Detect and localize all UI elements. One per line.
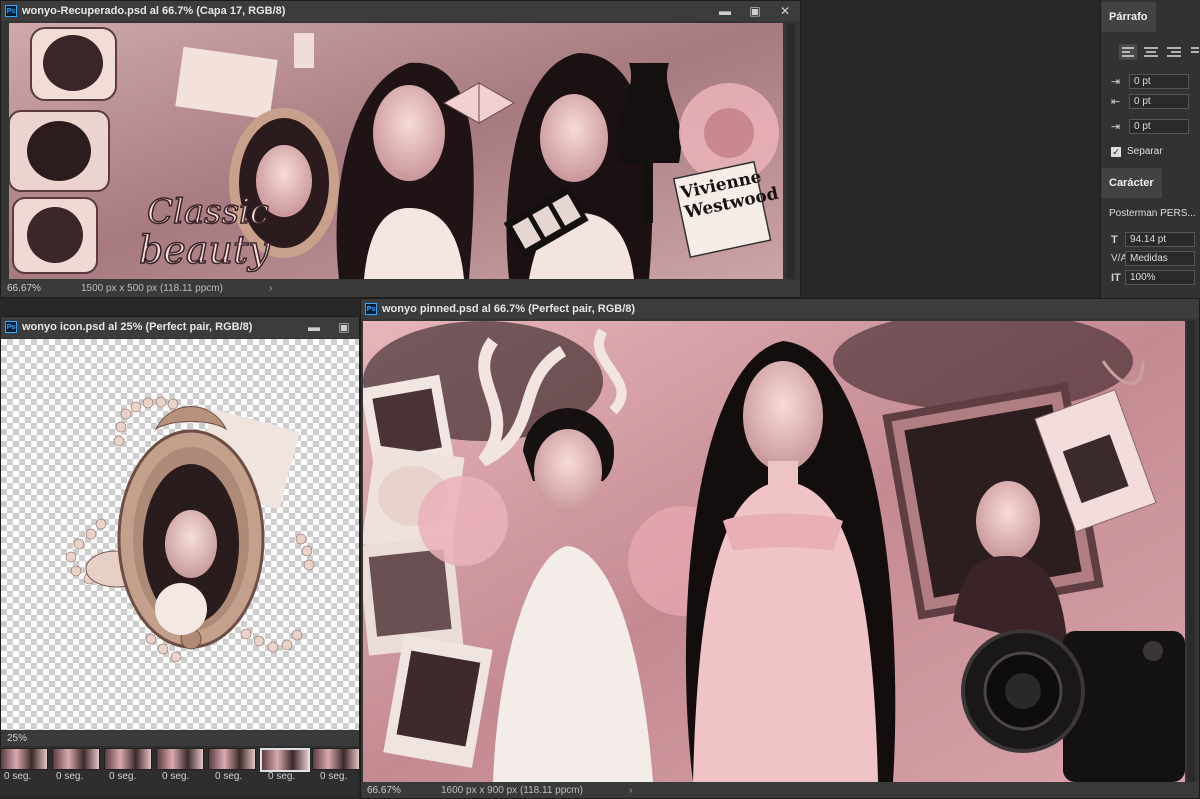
window-title: wonyo icon.psd al 25% (Perfect pair, RGB…	[22, 321, 253, 333]
artwork-collage-pinned	[363, 321, 1185, 782]
maximize-button[interactable]: ▣	[329, 317, 359, 337]
properties-panel: Párrafo ⇥ 0 pt ⇤ 0 pt ⇥ 0 pt ✓ Separar C…	[1100, 0, 1200, 316]
font-family-field[interactable]: Posterman PERS...	[1109, 208, 1196, 219]
indent-left-icon: ⇥	[1111, 76, 1121, 88]
font-size-icon: T	[1111, 234, 1118, 246]
hyphenate-label: Separar	[1127, 146, 1163, 157]
zoom-level[interactable]: 25%	[1, 733, 51, 744]
minimize-button[interactable]: ▬	[710, 1, 740, 21]
frame-delay-1[interactable]: 0 seg.	[4, 771, 31, 782]
timeline-frame-4[interactable]	[156, 748, 204, 770]
status-bar: 66.67% 1500 px x 500 px (118.11 ppcm) ›	[1, 280, 800, 297]
timeline-frame-1[interactable]	[0, 748, 48, 770]
status-bar: 66.67% 1600 px x 900 px (118.11 ppcm) ›	[361, 782, 1199, 798]
indent-left-field[interactable]: 0 pt	[1129, 74, 1189, 89]
frame-delay-5[interactable]: 0 seg.	[215, 771, 242, 782]
document-window-recuperado[interactable]: Ps wonyo-Recuperado.psd al 66.7% (Capa 1…	[0, 0, 801, 298]
timeline-frame-2[interactable]	[52, 748, 100, 770]
title-bar[interactable]: Ps wonyo icon.psd al 25% (Perfect pair, …	[1, 317, 359, 337]
indent-right-field[interactable]: 0 pt	[1129, 94, 1189, 109]
frame-delay-6[interactable]: 0 seg.	[268, 771, 295, 782]
minimize-button[interactable]: ▬	[299, 317, 329, 337]
paragraph-align-buttons[interactable]	[1119, 44, 1199, 60]
indent-first-line-icon: ⇥	[1111, 121, 1121, 133]
window-title: wonyo-Recuperado.psd al 66.7% (Capa 17, …	[22, 5, 286, 17]
photoshop-icon: Ps	[365, 303, 377, 315]
title-bar[interactable]: Ps wonyo pinned.psd al 66.7% (Perfect pa…	[361, 299, 1199, 319]
tab-character[interactable]: Carácter	[1101, 168, 1162, 198]
window-title: wonyo pinned.psd al 66.7% (Perfect pair,…	[382, 303, 636, 315]
vertical-scale-icon: IT	[1111, 272, 1121, 284]
frame-delay-3[interactable]: 0 seg.	[109, 771, 136, 782]
timeline-frame-5[interactable]	[208, 748, 256, 770]
timeline-frame-3[interactable]	[104, 748, 152, 770]
document-info: 1500 px x 500 px (118.11 ppcm)	[81, 283, 223, 294]
zoom-level[interactable]: 66.67%	[361, 785, 411, 796]
vertical-scrollbar[interactable]	[787, 23, 795, 279]
title-bar[interactable]: Ps wonyo-Recuperado.psd al 66.7% (Capa 1…	[1, 1, 800, 21]
zoom-level[interactable]: 66.67%	[1, 283, 51, 294]
indent-right-icon: ⇤	[1111, 96, 1121, 108]
document-window-icon[interactable]: Ps wonyo icon.psd al 25% (Perfect pair, …	[0, 316, 360, 748]
frame-delay-2[interactable]: 0 seg.	[56, 771, 83, 782]
document-window-pinned[interactable]: Ps wonyo pinned.psd al 66.7% (Perfect pa…	[360, 298, 1200, 799]
kerning-icon: V/A	[1111, 253, 1128, 264]
document-info: 1600 px x 900 px (118.11 ppcm)	[441, 785, 583, 796]
photoshop-icon: Ps	[5, 5, 17, 17]
frame-delay-7[interactable]: 0 seg.	[320, 771, 347, 782]
vertical-scale-field[interactable]: 100%	[1125, 270, 1195, 285]
artwork-mirror-icon	[65, 396, 315, 663]
maximize-button[interactable]: ▣	[740, 1, 770, 21]
close-button[interactable]: ✕	[770, 1, 800, 21]
artwork-collage-banner: Vivienne Westwood Classic beauty	[9, 23, 783, 279]
chevron-right-icon[interactable]: ›	[629, 785, 632, 796]
kerning-field[interactable]: Medidas	[1125, 251, 1195, 266]
art-text-classic: Classic	[147, 192, 269, 232]
frame-delay-4[interactable]: 0 seg.	[162, 771, 189, 782]
timeline-frame-7[interactable]	[312, 748, 360, 770]
canvas-recuperado[interactable]: Vivienne Westwood Classic beauty	[9, 23, 783, 279]
vertical-scrollbar[interactable]	[1187, 321, 1195, 782]
timeline-frame-6[interactable]	[260, 748, 310, 772]
indent-first-line-field[interactable]: 0 pt	[1129, 119, 1189, 134]
canvas-icon[interactable]	[1, 339, 359, 731]
font-size-field[interactable]: 94.14 pt	[1125, 232, 1195, 247]
tab-paragraph[interactable]: Párrafo	[1101, 2, 1156, 32]
hyphenate-checkbox[interactable]: ✓	[1111, 147, 1121, 157]
photoshop-icon: Ps	[5, 321, 17, 333]
status-bar: 25%	[1, 730, 359, 747]
canvas-pinned[interactable]	[363, 321, 1185, 782]
chevron-right-icon[interactable]: ›	[269, 283, 272, 294]
art-text-beauty: beauty	[139, 228, 270, 272]
